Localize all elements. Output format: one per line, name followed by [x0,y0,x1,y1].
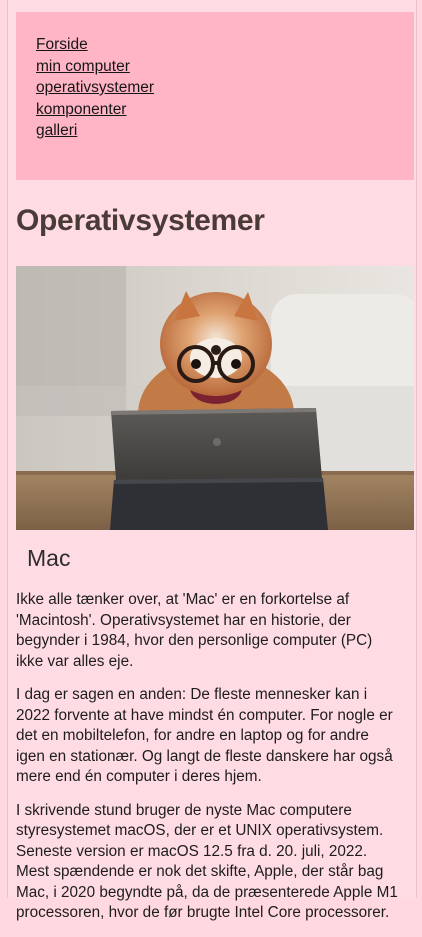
nav-link-galleri[interactable]: galleri [36,122,77,139]
nav-link-operativsystemer[interactable]: operativsystemer [36,79,154,96]
nav-link-komponenter[interactable]: komponenter [36,101,126,118]
nav-item-forside: Forside [36,34,414,56]
nav-link-forside[interactable]: Forside [36,36,88,53]
paragraph: I skrivende stund bruger de nyste Mac co… [16,801,398,922]
paragraph: I dag er sagen en anden: De fleste menne… [16,686,393,785]
paragraph: Ikke alle tænker over, at 'Mac' er en fo… [16,591,373,670]
section-heading-mac: Mac [27,545,71,571]
article-body: Ikke alle tænker over, at 'Mac' er en fo… [16,590,400,937]
nav-item-operativsystemer: operativsystemer [36,77,414,99]
nav-link-min-computer[interactable]: min computer [36,58,130,75]
nav-item-min-computer: min computer [36,56,414,78]
nav-item-komponenter: komponenter [36,99,414,121]
page-title: Operativsystemer [16,204,265,237]
main-nav: Forside min computer operativsystemer ko… [16,12,414,180]
dog-with-laptop-photo [16,266,414,530]
hero-image [16,266,414,530]
nav-list: Forside min computer operativsystemer ko… [16,12,414,142]
nav-item-galleri: galleri [36,120,414,142]
